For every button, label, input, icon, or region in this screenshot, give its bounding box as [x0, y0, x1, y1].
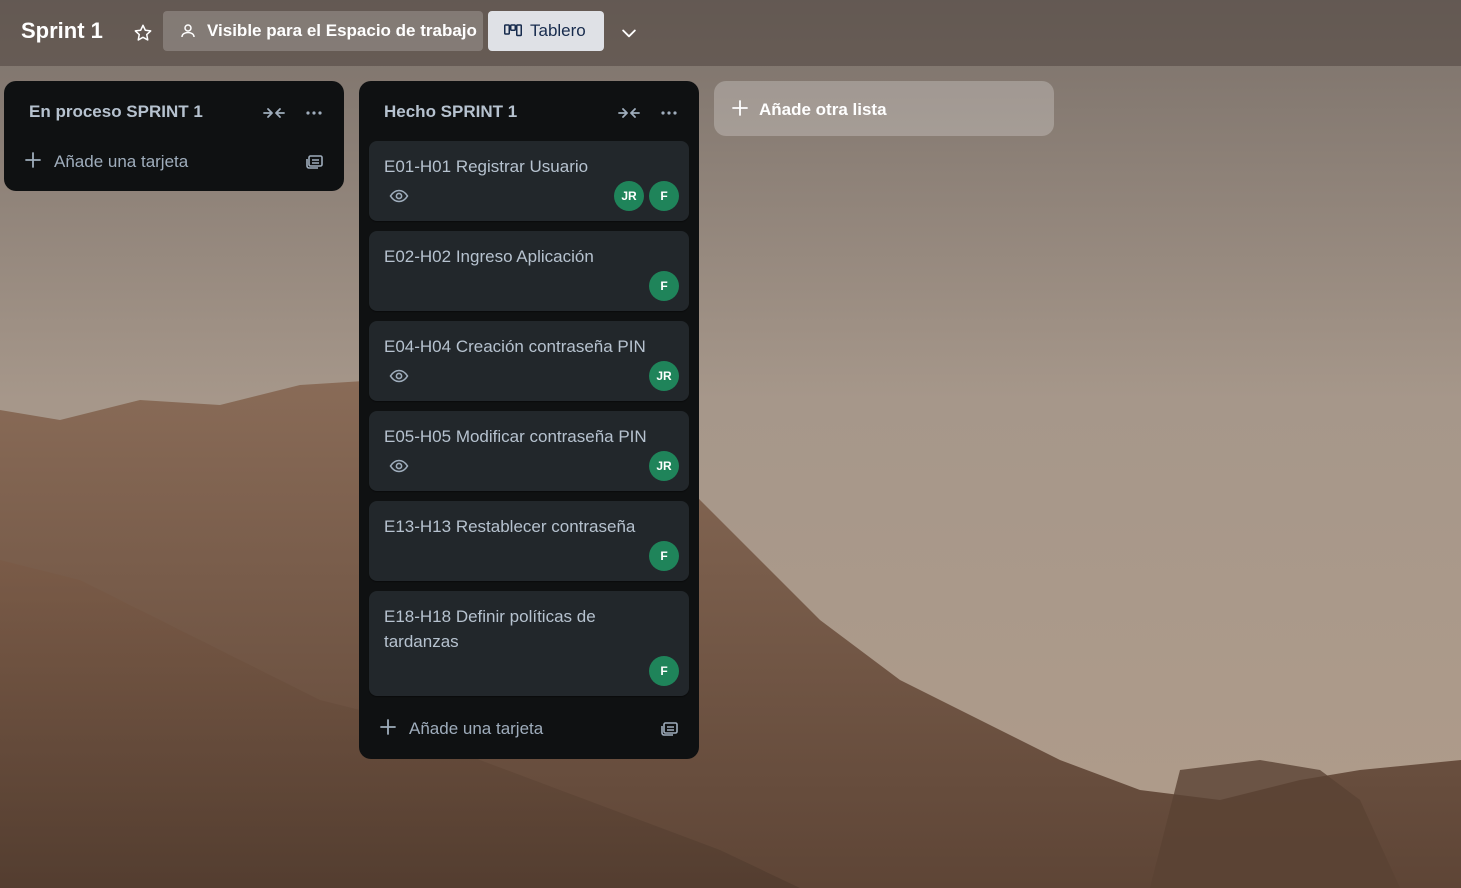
card-title: E05-H05 Modificar contraseña PIN: [384, 427, 647, 446]
star-icon: [134, 24, 152, 41]
collapse-list-button[interactable]: [617, 101, 641, 125]
chevron-down-icon: [622, 29, 636, 38]
list-menu-button[interactable]: [302, 101, 326, 125]
eye-icon: [389, 369, 409, 383]
list-en-proceso: En proceso SPRINT 1 Añade una tarjeta: [4, 81, 344, 191]
add-card-button[interactable]: Añade una tarjeta: [359, 709, 699, 749]
card[interactable]: E02-H02 Ingreso Aplicación F: [369, 231, 689, 311]
board-view-label: Tablero: [530, 21, 586, 40]
board-title[interactable]: Sprint 1: [21, 18, 103, 44]
list-menu-button[interactable]: [657, 101, 681, 125]
card-title: E01-H01 Registrar Usuario: [384, 157, 589, 176]
list-header: En proceso SPRINT 1: [4, 81, 344, 141]
card-title: E13-H13 Restablecer contraseña: [384, 517, 636, 536]
board-header: Sprint 1 Visible para el Espacio de trab…: [0, 0, 1461, 66]
template-icon[interactable]: [661, 719, 679, 737]
card-title: E18-H18 Definir políticas de tardanzas: [384, 607, 596, 651]
eye-icon: [389, 459, 409, 473]
add-card-button[interactable]: Añade una tarjeta: [4, 142, 344, 182]
plus-icon: [380, 719, 396, 735]
card[interactable]: E04-H04 Creación contraseña PIN JR: [369, 321, 689, 401]
list-header: Hecho SPRINT 1: [359, 81, 699, 141]
member-avatar[interactable]: F: [649, 541, 679, 571]
add-card-label: Añade una tarjeta: [54, 152, 189, 171]
collapse-list-button[interactable]: [262, 101, 286, 125]
people-icon: [181, 24, 195, 38]
add-list-label: Añade otra lista: [759, 100, 887, 119]
card-title: E04-H04 Creación contraseña PIN: [384, 337, 646, 356]
add-list-button[interactable]: Añade otra lista: [714, 81, 1054, 136]
member-avatar[interactable]: JR: [649, 361, 679, 391]
member-avatar[interactable]: JR: [649, 451, 679, 481]
member-avatar[interactable]: F: [649, 271, 679, 301]
card[interactable]: E05-H05 Modificar contraseña PIN JR: [369, 411, 689, 491]
board-view-button[interactable]: Tablero: [488, 11, 604, 51]
card[interactable]: E18-H18 Definir políticas de tardanzas F: [369, 591, 689, 696]
collapse-icon: [263, 108, 285, 118]
board-icon: [504, 24, 522, 37]
member-avatar[interactable]: F: [649, 656, 679, 686]
list-title[interactable]: Hecho SPRINT 1: [384, 102, 517, 122]
card[interactable]: E13-H13 Restablecer contraseña F: [369, 501, 689, 581]
template-icon[interactable]: [306, 152, 324, 170]
plus-icon: [732, 100, 748, 116]
eye-icon: [389, 189, 409, 203]
views-dropdown-button[interactable]: [616, 20, 642, 46]
member-avatar[interactable]: JR: [614, 181, 644, 211]
more-icon: [661, 111, 677, 115]
visibility-label: Visible para el Espacio de trabajo: [207, 21, 477, 40]
add-card-label: Añade una tarjeta: [409, 719, 544, 738]
more-icon: [306, 111, 322, 115]
plus-icon: [25, 152, 41, 168]
list-hecho: Hecho SPRINT 1 E01-H01 Registrar Usuario…: [359, 81, 699, 759]
star-button[interactable]: [130, 20, 156, 46]
member-avatar[interactable]: F: [649, 181, 679, 211]
collapse-icon: [618, 108, 640, 118]
visibility-button[interactable]: Visible para el Espacio de trabajo: [163, 11, 483, 51]
card[interactable]: E01-H01 Registrar Usuario JR F: [369, 141, 689, 221]
list-title[interactable]: En proceso SPRINT 1: [29, 102, 203, 122]
card-title: E02-H02 Ingreso Aplicación: [384, 247, 594, 266]
